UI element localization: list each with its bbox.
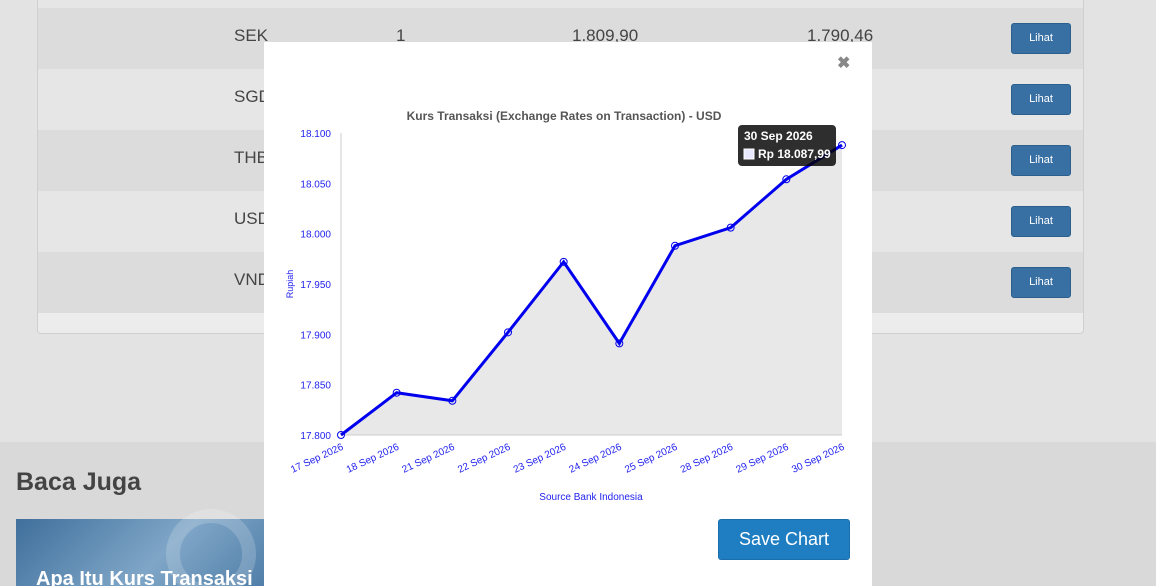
y-tick-label: 18.100: [300, 129, 331, 140]
tooltip-date: 30 Sep 2026: [744, 129, 813, 143]
x-tick-label: 25 Sep 2026: [623, 442, 679, 476]
y-axis-label: Rupiah: [285, 270, 295, 299]
x-tick-label: 24 Sep 2026: [568, 442, 624, 476]
y-tick-label: 17.950: [300, 280, 331, 291]
x-tick-label: 23 Sep 2026: [512, 442, 568, 476]
y-tick-label: 18.000: [300, 230, 331, 241]
y-tick-label: 17.850: [300, 381, 331, 392]
y-tick-label: 17.900: [300, 330, 331, 341]
x-tick-label: 29 Sep 2026: [735, 442, 791, 476]
x-tick-label: 21 Sep 2026: [401, 442, 457, 476]
x-axis-label: Source Bank Indonesia: [539, 492, 643, 503]
tooltip-swatch: [743, 148, 755, 160]
x-tick-label: 17 Sep 2026: [289, 442, 345, 476]
exchange-rate-chart: Kurs Transaksi (Exchange Rates on Transa…: [285, 109, 847, 503]
x-tick-label: 28 Sep 2026: [679, 442, 735, 476]
y-tick-label: 17.800: [300, 431, 331, 442]
x-tick-label: 30 Sep 2026: [790, 442, 846, 476]
chart-title: Kurs Transaksi (Exchange Rates on Transa…: [407, 109, 722, 123]
x-tick-label: 18 Sep 2026: [345, 442, 401, 476]
x-tick-label: 22 Sep 2026: [456, 442, 512, 476]
y-tick-label: 18.050: [300, 179, 331, 190]
chart-modal: ✖ Kurs Transaksi (Exchange Rates on Tran…: [264, 42, 872, 586]
save-chart-button[interactable]: Save Chart: [718, 519, 850, 560]
tooltip-value: Rp 18.087,99: [758, 147, 831, 161]
